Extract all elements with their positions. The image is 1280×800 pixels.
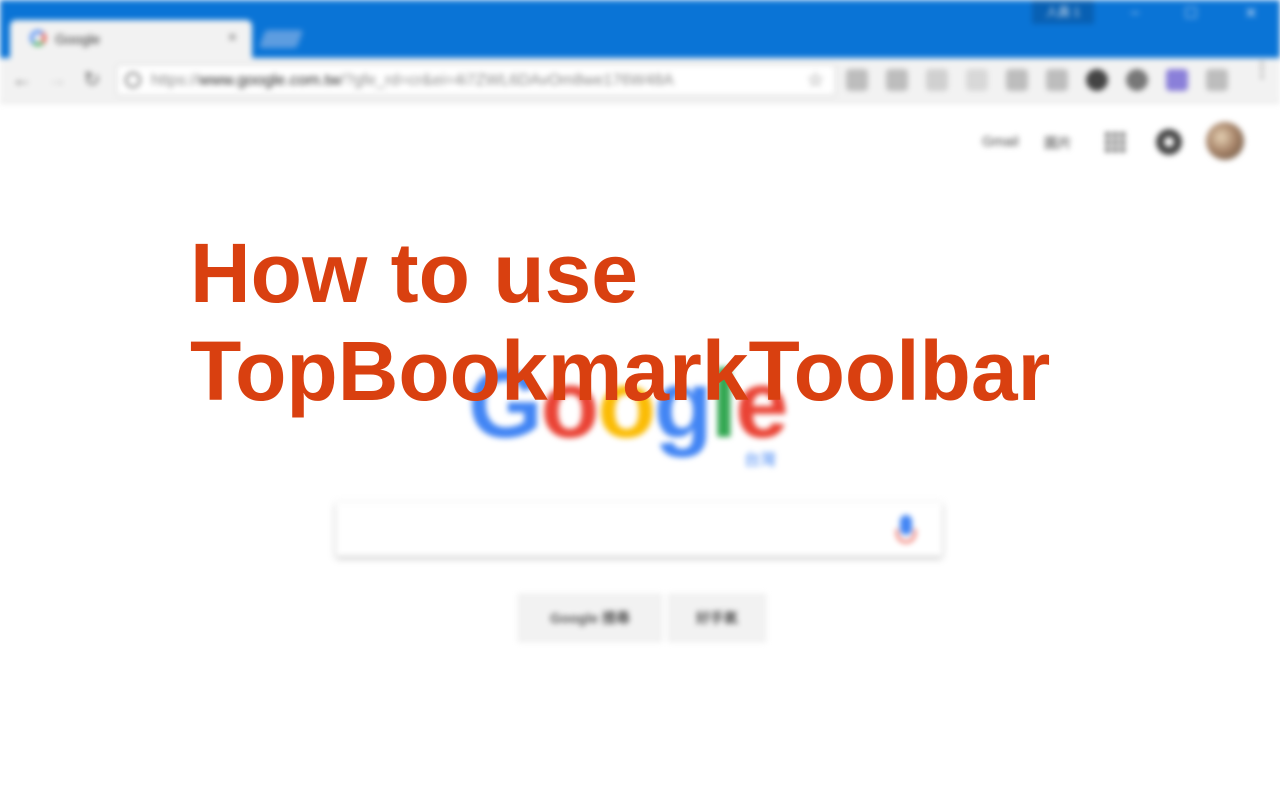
tab-title: Google	[55, 31, 101, 47]
extension-icon[interactable]	[1206, 69, 1228, 91]
minimize-button[interactable]: –	[1120, 4, 1150, 28]
title-bar: Google × 人員 1 – ☐ ✕	[0, 0, 1280, 58]
headline-line-1: How to use	[190, 226, 639, 320]
extension-icon[interactable]	[1086, 69, 1108, 91]
address-bar[interactable]: https://www.google.com.tw/?gfe_rd=cr&ei=…	[116, 64, 836, 96]
maximize-button[interactable]: ☐	[1176, 4, 1206, 28]
google-favicon-icon	[30, 30, 46, 46]
url-scheme: https://	[151, 72, 200, 89]
extension-icon[interactable]	[926, 69, 948, 91]
notifications-icon[interactable]	[1156, 129, 1182, 155]
avatar[interactable]	[1206, 122, 1244, 160]
browser-toolbar: ← → ↻ https://www.google.com.tw/?gfe_rd=…	[0, 58, 1280, 103]
search-input[interactable]	[336, 502, 942, 556]
images-link[interactable]: 圖片	[1044, 133, 1072, 153]
extension-icon[interactable]	[966, 69, 988, 91]
apps-grid-icon[interactable]	[1104, 131, 1126, 153]
extension-icon[interactable]	[1046, 69, 1068, 91]
url-path: /?gfe_rd=cr&ei=4i7ZWL6DAvOm8we176W48A	[340, 72, 674, 89]
profile-button[interactable]: 人員 1	[1032, 0, 1094, 24]
back-button[interactable]: ←	[9, 67, 35, 93]
overlay-headline: How to use TopBookmarkToolbar	[190, 224, 1190, 420]
headline-line-2: TopBookmarkToolbar	[190, 324, 1051, 418]
extension-icon[interactable]	[846, 69, 868, 91]
tab-close-icon[interactable]: ×	[228, 29, 237, 46]
forward-button[interactable]: →	[44, 67, 70, 93]
extension-icon[interactable]	[1166, 69, 1188, 91]
url-domain: www.google.com.tw	[199, 72, 341, 89]
logo-region-label: 台灣	[744, 452, 777, 469]
close-window-button[interactable]: ✕	[1236, 4, 1266, 28]
bookmark-star-icon[interactable]: ☆	[807, 69, 824, 92]
gmail-link[interactable]: Gmail	[982, 133, 1019, 149]
im-feeling-lucky-button[interactable]: 好手氣	[668, 594, 766, 642]
reload-button[interactable]: ↻	[79, 67, 105, 93]
site-info-icon[interactable]	[125, 72, 141, 88]
extension-icon[interactable]	[1006, 69, 1028, 91]
google-search-button[interactable]: Google 搜尋	[518, 594, 662, 642]
extension-icon[interactable]	[1126, 69, 1148, 91]
extension-icon[interactable]	[886, 69, 908, 91]
url-text[interactable]: https://www.google.com.tw/?gfe_rd=cr&ei=…	[151, 72, 674, 90]
new-tab-button[interactable]	[258, 30, 304, 48]
browser-menu-icon[interactable]: ⋮	[1252, 60, 1272, 80]
browser-tab[interactable]: Google ×	[10, 20, 252, 58]
